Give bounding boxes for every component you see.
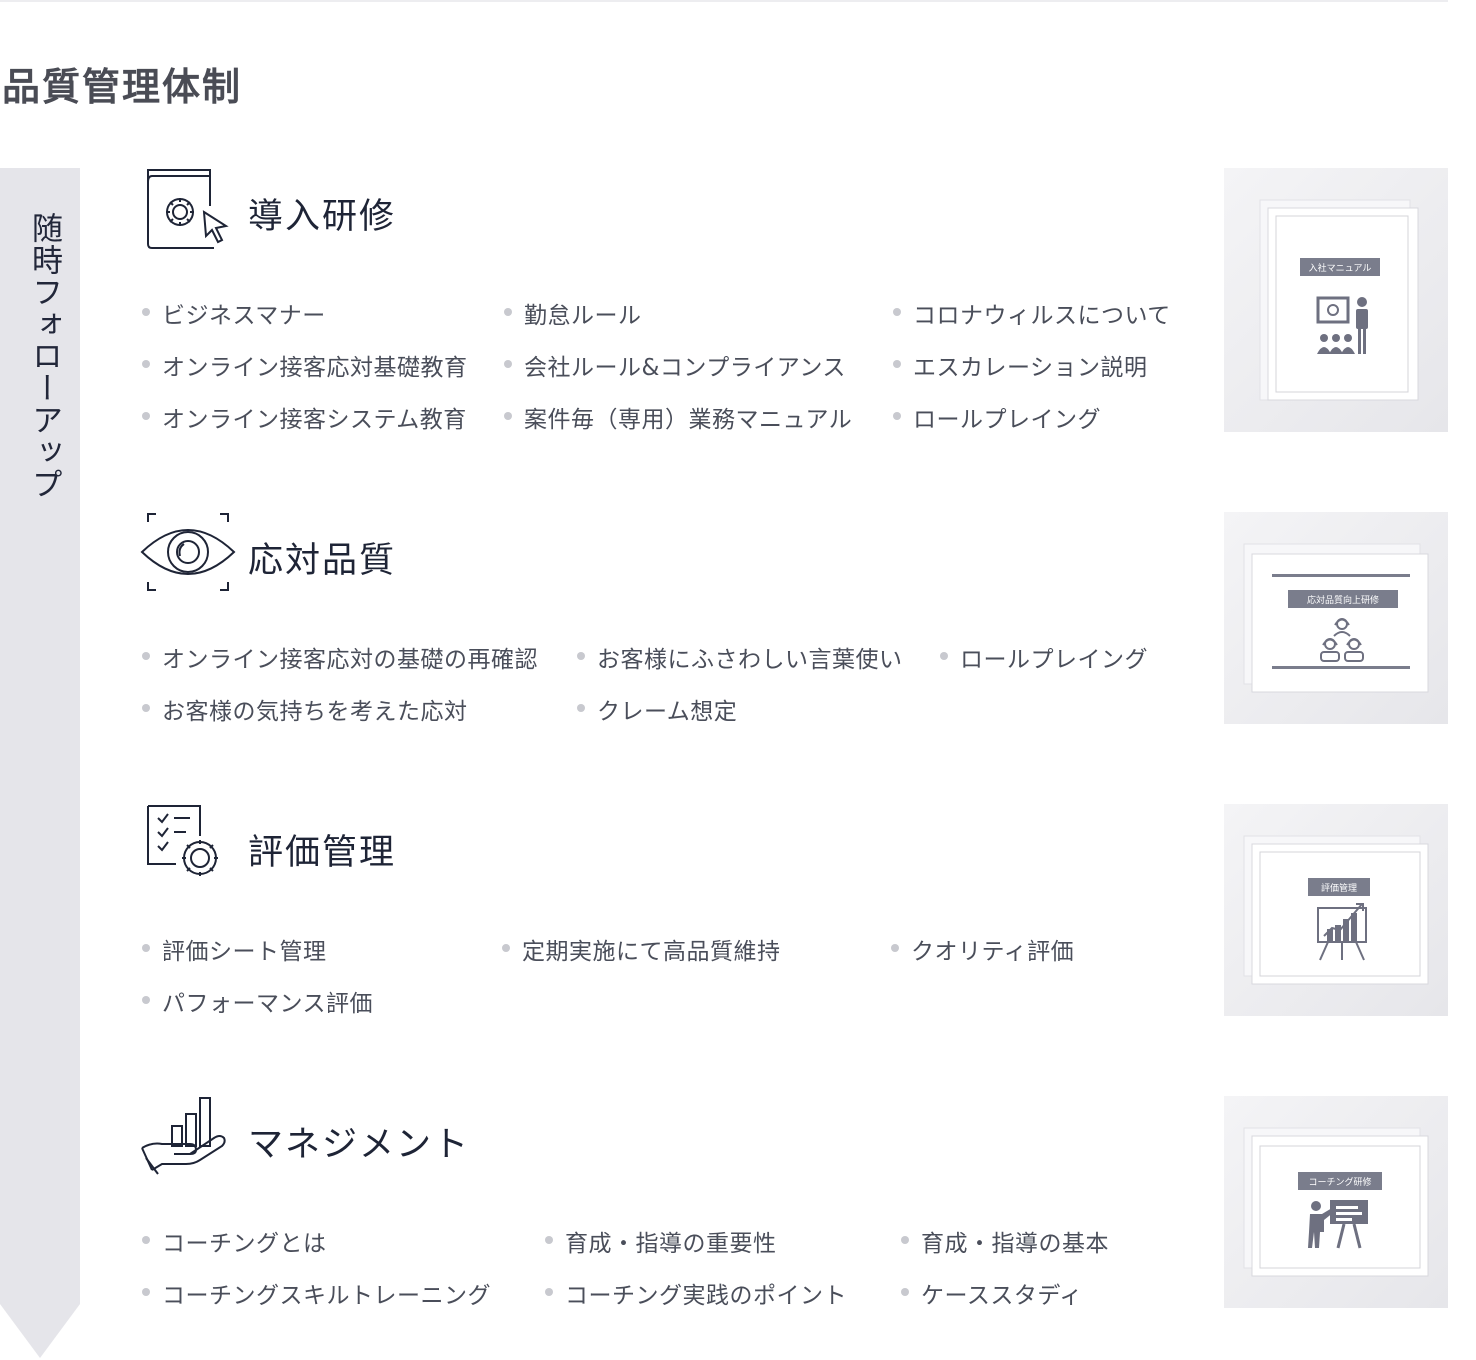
list-item: お客様の気持ちを考えた応対 (142, 692, 468, 726)
followup-label: 随時フォローアップ (26, 212, 62, 500)
thumbnail-evaluation-management: 評価管理 (1224, 804, 1448, 1016)
section-title: 応対品質 (248, 541, 397, 581)
list-item: コーチング実践のポイント (545, 1276, 847, 1310)
list-item: ロールプレイング (940, 640, 1148, 674)
thumbnail-induction-manual: 入社マニュアル (1224, 168, 1448, 432)
list-item: パフォーマンス評価 (141, 984, 373, 1018)
thumb-label: 評価管理 (1321, 882, 1357, 894)
list-item: コーチングとは (142, 1224, 327, 1258)
list-item: 評価シート管理 (142, 932, 327, 966)
section-title: 評価管理 (248, 833, 397, 873)
list-item: エスカレーション説明 (893, 348, 1148, 382)
thumb-label: 入社マニュアル (1309, 262, 1372, 274)
list-item: オンライン接客システム教育 (142, 400, 467, 434)
list-item: オンライン接客応対の基礎の再確認 (142, 640, 538, 674)
section-induction-training: 導入研修 ビジネスマナー 勤怠ルール コロナウィルスについて オンライン接客応対… (138, 168, 1218, 458)
book-gear-cursor-icon (138, 168, 238, 258)
section-title: マネジメント (248, 1125, 471, 1165)
list-item: 育成・指導の重要性 (545, 1224, 777, 1258)
section-management: マネジメント コーチングとは 育成・指導の重要性 育成・指導の基本 コーチングス… (138, 1096, 1218, 1326)
thumb-label: コーチング研修 (1308, 1176, 1371, 1188)
thumbnail-coaching-training: コーチング研修 (1224, 1096, 1448, 1308)
list-item: 勤怠ルール (504, 296, 642, 330)
section-title: 導入研修 (248, 197, 397, 237)
eye-scan-icon (138, 512, 238, 602)
section-evaluation-management: 評価管理 評価シート管理 定期実施にて高品質維持 クオリティ評価 パフォーマンス… (138, 804, 1218, 1034)
checklist-gear-icon (138, 804, 238, 894)
list-item: コロナウィルスについて (893, 296, 1171, 330)
top-divider (0, 0, 1448, 2)
page-title: 品質管理体制 (2, 65, 243, 109)
thumb-label: 応対品質向上研修 (1307, 594, 1379, 606)
section-response-quality: 応対品質 オンライン接客応対の基礎の再確認 お客様にふさわしい言葉使い ロールプ… (138, 512, 1218, 742)
list-item: お客様にふさわしい言葉使い (577, 640, 903, 674)
hand-bar-chart-icon (138, 1096, 238, 1186)
thumbnail-response-quality-training: 応対品質向上研修 (1224, 512, 1448, 724)
list-item: 会社ルール&コンプライアンス (504, 348, 846, 382)
list-item: 育成・指導の基本 (901, 1224, 1109, 1258)
list-item: ビジネスマナー (142, 296, 326, 330)
followup-arrow: 随時フォローアップ (0, 168, 80, 1360)
list-item: 案件毎（専用）業務マニュアル (503, 400, 852, 434)
list-item: ロールプレイング (893, 400, 1101, 434)
list-item: 定期実施にて高品質維持 (502, 932, 781, 966)
list-item: クオリティ評価 (890, 932, 1074, 966)
list-item: オンライン接客応対基礎教育 (142, 348, 468, 382)
list-item: コーチングスキルトレーニング (142, 1276, 491, 1310)
list-item: クレーム想定 (576, 692, 737, 726)
list-item: ケーススタディ (901, 1276, 1083, 1310)
